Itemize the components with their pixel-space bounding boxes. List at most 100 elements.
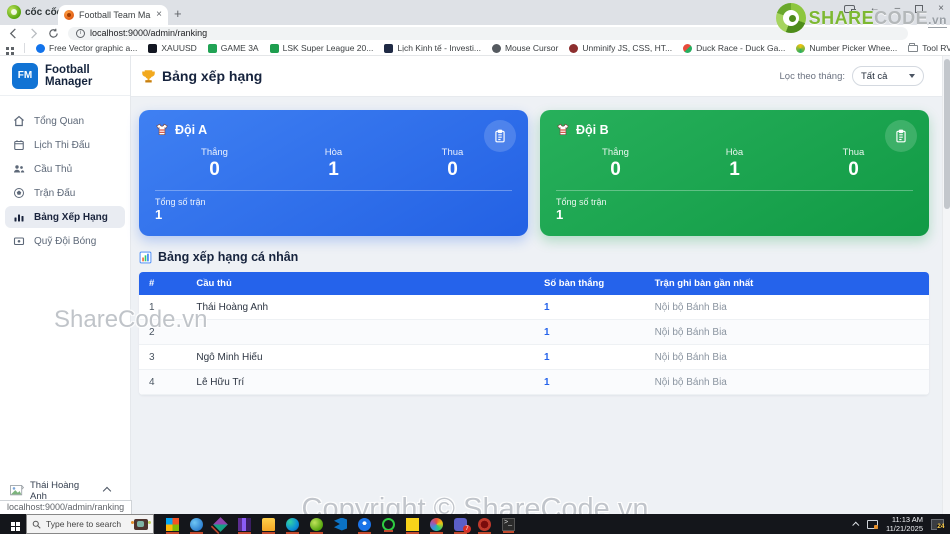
tray-display-icon[interactable]	[867, 519, 879, 529]
tab-title: Football Team Manager	[79, 10, 151, 20]
jersey-icon	[156, 123, 168, 135]
bookmark-favicon	[269, 43, 279, 53]
user-name: Thái Hoàng Anh	[30, 480, 80, 502]
sharecode-logo: SHARECODE.vn	[775, 3, 947, 33]
taskbar-edge-icon[interactable]	[286, 517, 299, 534]
ranking-table-card: # Cầu thủ Số bàn thắng Trận ghi bàn gần …	[139, 272, 929, 395]
clipboard-icon	[896, 129, 906, 143]
bookmark-item[interactable]: Duck Race - Duck Ga...	[683, 43, 785, 53]
sidebar-item-cau-thu[interactable]: Cầu Thủ	[5, 158, 125, 180]
bookmark-item[interactable]: Number Picker Whee...	[796, 43, 897, 53]
main-area: Bảng xếp hạng Lọc theo tháng: Tất cả Đội…	[131, 56, 950, 514]
jersey-icon	[557, 123, 569, 135]
trophy-icon	[142, 69, 155, 82]
taskbar-app-icon[interactable]	[478, 517, 491, 534]
search-placeholder: Type here to search	[46, 519, 122, 529]
sidebar-item-quy-doi-bong[interactable]: Quỹ Đội Bóng	[5, 230, 125, 252]
divider	[556, 190, 913, 191]
tray-chevron-up-icon[interactable]	[852, 521, 860, 529]
ranking-section-title: Bảng xếp hạng cá nhân	[139, 250, 929, 264]
browser-brand-name: cốc cốc	[25, 6, 63, 18]
taskbar-photos-icon[interactable]	[430, 517, 443, 534]
bookmark-item[interactable]: LSK Super League 20...	[269, 43, 373, 53]
table-row[interactable]: 2 1 Nội bộ Bánh Bia	[139, 319, 929, 345]
taskbar-app-icon[interactable]	[190, 517, 203, 534]
table-row[interactable]: 3 Ngô Minh Hiếu 1 Nội bộ Bánh Bia	[139, 344, 929, 370]
windows-logo-icon	[11, 522, 15, 526]
month-filter-select[interactable]: Tất cả	[852, 66, 924, 86]
col-goals: Số bàn thắng	[533, 272, 645, 295]
bookmark-item[interactable]: XAUUSD	[148, 43, 197, 53]
calendar-icon	[14, 140, 24, 151]
bookmark-item[interactable]: Lịch Kinh tế - Investi...	[384, 43, 481, 53]
bookmark-item[interactable]: GAME 3A	[207, 43, 259, 53]
taskbar-app-icon[interactable]	[358, 517, 371, 534]
team-b-header: Đội B	[556, 123, 913, 137]
tray-notification-icon[interactable]: 24	[931, 518, 945, 531]
bookmark-item[interactable]: Unminify JS, CSS, HT...	[569, 43, 672, 53]
taskbar-coccoc-icon[interactable]	[310, 517, 323, 534]
sidebar-item-tong-quan[interactable]: Tổng Quan	[5, 110, 125, 132]
bookmark-item[interactable]: Free Vector graphic a...	[36, 43, 137, 53]
page-title: Bảng xếp hạng	[141, 68, 262, 84]
month-filter: Lọc theo tháng: Tất cả	[780, 66, 941, 86]
total-matches-label: Tổng số trận	[155, 197, 206, 207]
bookmark-item[interactable]: Mouse Cursor	[491, 43, 558, 53]
taskbar-app-icon[interactable]	[382, 517, 395, 532]
folder-icon	[908, 42, 919, 52]
sidebar-item-bang-xep-hang[interactable]: Bảng Xếp Hạng	[5, 206, 125, 228]
nav-forward-icon[interactable]	[28, 27, 39, 39]
nav-reload-icon[interactable]	[48, 28, 59, 39]
table-row[interactable]: 1 Thái Hoàng Anh 1 Nội bộ Bánh Bia	[139, 295, 929, 320]
bookmark-folder[interactable]: Tool RV Phim	[908, 42, 950, 53]
taskbar-terminal-icon[interactable]	[502, 517, 515, 533]
scrollbar-thumb[interactable]	[944, 59, 950, 209]
clipboard-icon	[495, 129, 505, 143]
url-text: localhost:9000/admin/ranking	[90, 28, 208, 38]
taskbar-search[interactable]: Type here to search	[26, 514, 154, 534]
stat-thang: Thắng 0	[201, 147, 228, 180]
filter-label: Lọc theo tháng:	[779, 70, 846, 82]
taskbar-app-icon[interactable]	[166, 517, 179, 534]
app-sidebar: FM Football Manager Tổng Quan Lịch Thi Đ…	[0, 56, 131, 514]
taskbar-vscode-icon[interactable]	[334, 517, 347, 531]
notification-count-badge: 24	[936, 523, 945, 531]
taskbar-clock[interactable]: 11:13 AM 11/21/2025	[886, 515, 923, 534]
divider	[24, 43, 25, 53]
bookmarks-bar: Free Vector graphic a... XAUUSD GAME 3A …	[0, 41, 950, 56]
team-b-card: Đội B Thắng 0 Hòa 1 Thua 0 Tổng số trận 1	[540, 110, 929, 236]
taskbar-notes-icon[interactable]	[406, 517, 419, 534]
users-icon	[14, 165, 25, 173]
bookmark-favicon	[148, 43, 158, 53]
wallet-icon	[13, 237, 25, 246]
new-tab-button[interactable]: +	[174, 6, 182, 21]
taskbar-file-explorer-icon[interactable]	[262, 517, 275, 534]
search-daily-doodle-icon	[131, 518, 148, 530]
content-area: Đội A Thắng 0 Hòa 1 Thua 0 Tổng số trận 1	[131, 97, 950, 514]
table-row[interactable]: 4 Lê Hữu Trí 1 Nội bộ Bánh Bia	[139, 369, 929, 395]
user-menu[interactable]: Thái Hoàng Anh	[0, 480, 130, 502]
page-scrollbar[interactable]	[942, 56, 950, 514]
tab-favicon-soccer-icon	[64, 10, 74, 20]
col-rank: #	[139, 272, 187, 295]
ranking-table: # Cầu thủ Số bàn thắng Trận ghi bàn gần …	[139, 272, 929, 395]
start-button[interactable]	[0, 514, 26, 534]
stat-hoa: Hòa 1	[324, 147, 343, 180]
taskbar-app-icon[interactable]	[238, 517, 251, 534]
stat-thua: Thua 0	[842, 147, 865, 180]
apps-grid-icon[interactable]	[6, 46, 9, 50]
sidebar-item-tran-dau[interactable]: Trận Đấu	[5, 182, 125, 204]
search-icon	[32, 520, 41, 529]
total-matches-label: Tổng số trận	[556, 197, 607, 207]
site-info-icon[interactable]: i	[76, 28, 85, 38]
total-matches-value: 1	[556, 207, 564, 222]
sidebar-item-lich-thi-dau[interactable]: Lịch Thi Đấu	[5, 134, 125, 156]
taskbar-app-icon[interactable]	[213, 516, 228, 532]
nav-back-icon[interactable]	[8, 27, 19, 39]
taskbar-teams-icon[interactable]: 7	[454, 517, 471, 534]
soccer-ball-icon	[14, 188, 24, 198]
browser-tab[interactable]: Football Team Manager ×	[58, 5, 168, 25]
tab-close-icon[interactable]: ×	[156, 10, 162, 20]
web-page: FM Football Manager Tổng Quan Lịch Thi Đ…	[0, 56, 950, 514]
sharecode-logo-icon	[775, 3, 806, 33]
